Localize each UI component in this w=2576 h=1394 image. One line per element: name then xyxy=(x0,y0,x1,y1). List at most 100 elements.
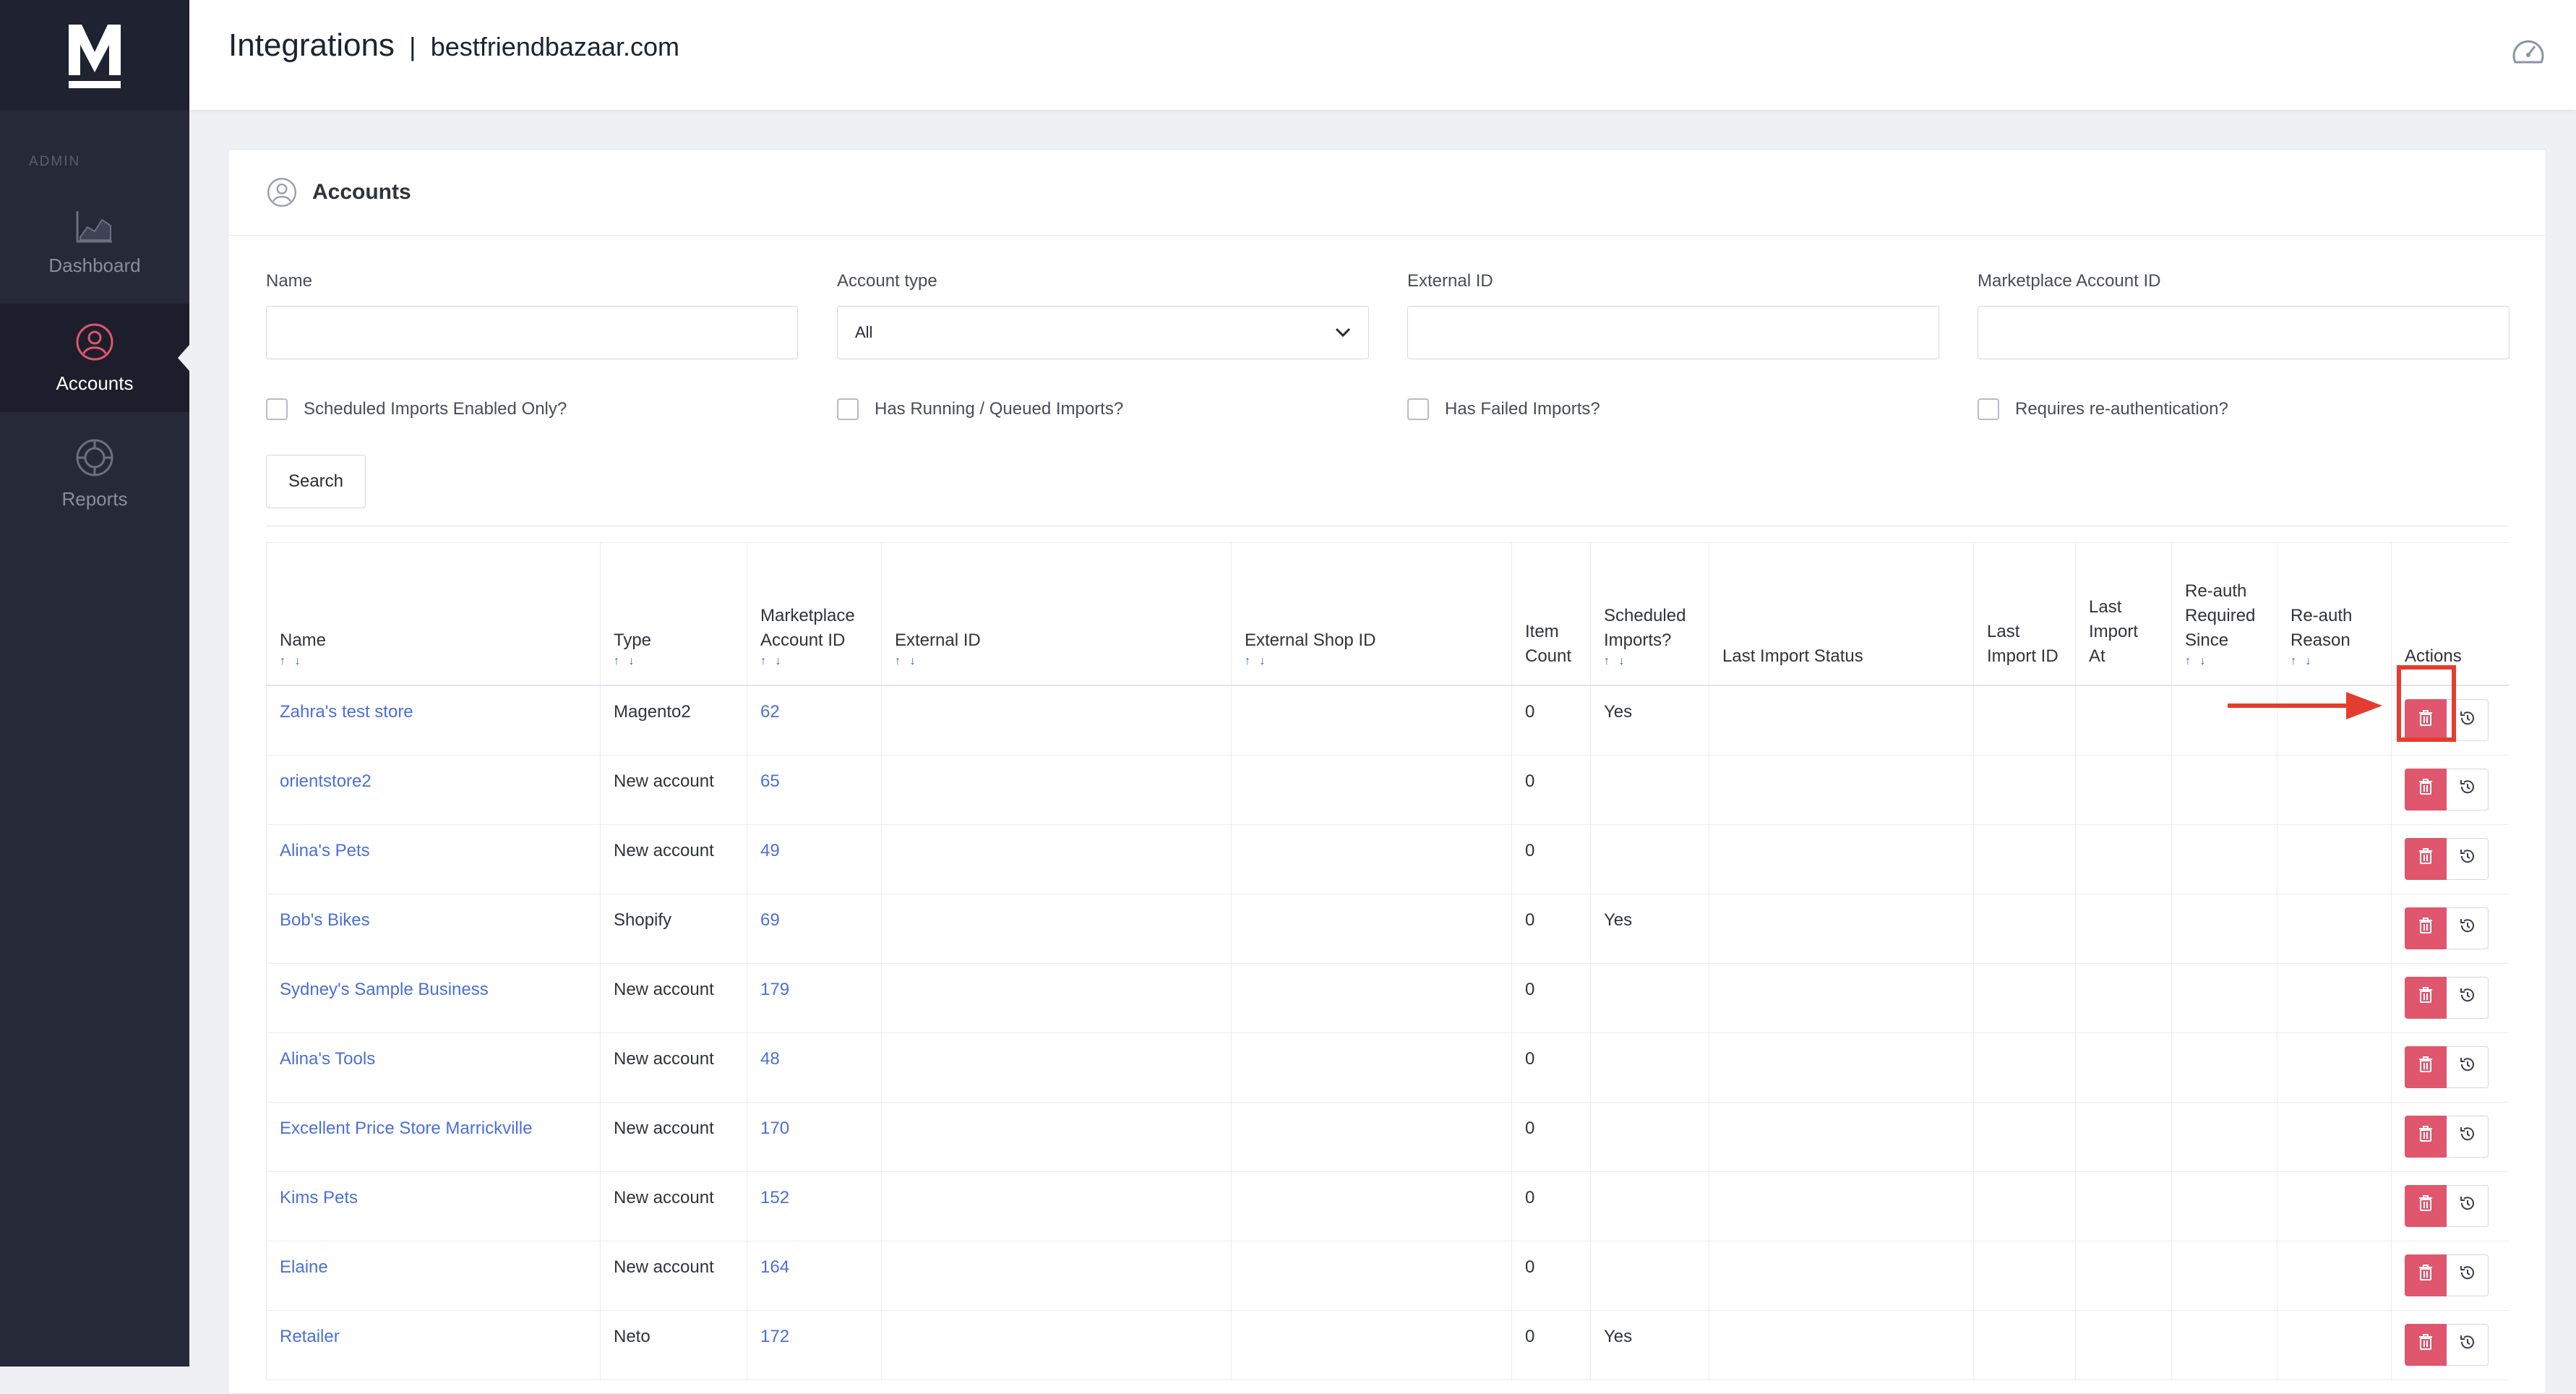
last-import-status-cell xyxy=(1709,1310,1974,1380)
account-name-link[interactable]: Kims Pets xyxy=(266,1171,601,1241)
delete-button[interactable] xyxy=(2405,768,2447,811)
last-import-id-cell xyxy=(1973,963,2076,1033)
failed-imports-checkbox-row[interactable]: Has Failed Imports? xyxy=(1407,398,1600,420)
sidebar-item-reports[interactable]: Reports xyxy=(0,419,189,528)
delete-button[interactable] xyxy=(2405,1323,2447,1366)
account-name-link[interactable]: Zahra's test store xyxy=(266,685,601,756)
delete-button[interactable] xyxy=(2405,1254,2447,1296)
name-input[interactable] xyxy=(266,306,798,359)
scheduled-imports-checkbox-row[interactable]: Scheduled Imports Enabled Only? xyxy=(266,398,567,420)
history-button[interactable] xyxy=(2447,1184,2489,1227)
sidebar-item-dashboard[interactable]: Dashboard xyxy=(0,188,189,296)
reauth-reason-cell xyxy=(2277,1310,2392,1380)
column-header-external-shop-id[interactable]: External Shop ID ↑ ↓ xyxy=(1231,542,1512,686)
last-import-id-cell xyxy=(1973,755,2076,825)
speedometer-icon[interactable] xyxy=(2511,35,2546,70)
delete-button[interactable] xyxy=(2405,837,2447,880)
actions-cell xyxy=(2391,894,2509,964)
marketplace-id-link[interactable]: 65 xyxy=(747,755,882,825)
item-count-cell: 0 xyxy=(1511,1171,1591,1241)
sort-arrows-icon[interactable]: ↑ ↓ xyxy=(760,654,868,669)
external-id-cell xyxy=(881,755,1232,825)
account-type-cell: New account xyxy=(600,1032,747,1103)
last-import-at-cell xyxy=(2075,824,2172,894)
account-name-link[interactable]: Retailer xyxy=(266,1310,601,1380)
sort-arrows-icon[interactable]: ↑ ↓ xyxy=(280,654,587,669)
account-name-link[interactable]: Bob's Bikes xyxy=(266,894,601,964)
account-type-select[interactable]: All xyxy=(837,306,1369,359)
logo[interactable] xyxy=(0,0,189,110)
history-icon xyxy=(2458,709,2477,732)
account-name-link[interactable]: Excellent Price Store Marrickville xyxy=(266,1102,601,1172)
scheduled-imports-cell xyxy=(1590,963,1709,1033)
marketplace-id-link[interactable]: 164 xyxy=(747,1241,882,1311)
search-button[interactable]: Search xyxy=(266,455,366,508)
marketplace-id-link[interactable]: 62 xyxy=(747,685,882,756)
delete-button[interactable] xyxy=(2405,1184,2447,1227)
column-header-item-count: Item Count xyxy=(1511,542,1591,686)
history-button[interactable] xyxy=(2447,907,2489,949)
marketplace-id-link[interactable]: 152 xyxy=(747,1171,882,1241)
marketplace-id-link[interactable]: 172 xyxy=(747,1310,882,1380)
scheduled-imports-checkbox[interactable] xyxy=(266,398,288,420)
column-header-external-id[interactable]: External ID ↑ ↓ xyxy=(881,542,1232,686)
sort-arrows-icon[interactable]: ↑ ↓ xyxy=(1604,654,1696,669)
reauth-since-cell xyxy=(2171,894,2277,964)
running-imports-checkbox[interactable] xyxy=(837,398,859,420)
table-row: Excellent Price Store Marrickville New ac… xyxy=(266,1102,2509,1172)
marketplace-account-id-input[interactable] xyxy=(1978,306,2510,359)
history-button[interactable] xyxy=(2447,1115,2489,1158)
top-header: Integrations | bestfriendbazaar.com xyxy=(189,0,2576,110)
history-icon xyxy=(2458,847,2477,871)
account-name-link[interactable]: Alina's Pets xyxy=(266,824,601,894)
delete-button[interactable] xyxy=(2405,1115,2447,1158)
reauth-since-cell xyxy=(2171,1171,2277,1241)
reauth-since-cell xyxy=(2171,1241,2277,1311)
trash-icon xyxy=(2418,1333,2434,1356)
history-button[interactable] xyxy=(2447,1046,2489,1088)
column-header-re-auth-required-since[interactable]: Re-auth Required Since ↑ ↓ xyxy=(2171,542,2277,686)
reauth-checkbox[interactable] xyxy=(1978,398,1999,420)
marketplace-id-link[interactable]: 170 xyxy=(747,1102,882,1172)
reauth-since-cell xyxy=(2171,963,2277,1033)
account-name-link[interactable]: Sydney's Sample Business xyxy=(266,963,601,1033)
column-header-marketplace-account-id[interactable]: Marketplace Account ID ↑ ↓ xyxy=(747,542,882,686)
history-button[interactable] xyxy=(2447,976,2489,1019)
external-id-input[interactable] xyxy=(1407,306,1939,359)
running-imports-checkbox-row[interactable]: Has Running / Queued Imports? xyxy=(837,398,1123,420)
account-type-cell: Neto xyxy=(600,1310,747,1380)
history-button[interactable] xyxy=(2447,1323,2489,1366)
account-name-link[interactable]: Alina's Tools xyxy=(266,1032,601,1103)
marketplace-id-link[interactable]: 179 xyxy=(747,963,882,1033)
account-name-link[interactable]: Elaine xyxy=(266,1241,601,1311)
external-id-cell xyxy=(881,1102,1232,1172)
column-header-label: Type xyxy=(614,630,652,650)
account-type-cell: New account xyxy=(600,963,747,1033)
reauth-checkbox-row[interactable]: Requires re-authentication? xyxy=(1978,398,2228,420)
marketplace-id-link[interactable]: 48 xyxy=(747,1032,882,1103)
sort-arrows-icon[interactable]: ↑ ↓ xyxy=(2185,654,2264,669)
failed-imports-checkbox[interactable] xyxy=(1407,398,1429,420)
account-name-link[interactable]: orientstore2 xyxy=(266,755,601,825)
scheduled-imports-cell xyxy=(1590,755,1709,825)
sort-arrows-icon[interactable]: ↑ ↓ xyxy=(1245,654,1498,669)
column-header-type[interactable]: Type ↑ ↓ xyxy=(600,542,747,686)
sort-arrows-icon[interactable]: ↑ ↓ xyxy=(895,654,1218,669)
history-button[interactable] xyxy=(2447,768,2489,811)
sort-arrows-icon[interactable]: ↑ ↓ xyxy=(614,654,734,669)
marketplace-id-link[interactable]: 49 xyxy=(747,824,882,894)
history-button[interactable] xyxy=(2447,837,2489,880)
history-button[interactable] xyxy=(2447,1254,2489,1296)
reauth-reason-cell xyxy=(2277,1171,2392,1241)
column-header-re-auth-reason[interactable]: Re-auth Reason ↑ ↓ xyxy=(2277,542,2392,686)
delete-button[interactable] xyxy=(2405,976,2447,1019)
action-buttons xyxy=(2405,1115,2509,1158)
sort-arrows-icon[interactable]: ↑ ↓ xyxy=(2291,654,2378,669)
column-header-scheduled-imports[interactable]: Scheduled Imports? ↑ ↓ xyxy=(1590,542,1709,686)
sidebar-item-accounts[interactable]: Accounts xyxy=(0,304,189,412)
scheduled-imports-cell: Yes xyxy=(1590,894,1709,964)
column-header-name[interactable]: Name ↑ ↓ xyxy=(266,542,601,686)
marketplace-id-link[interactable]: 69 xyxy=(747,894,882,964)
delete-button[interactable] xyxy=(2405,1046,2447,1088)
delete-button[interactable] xyxy=(2405,907,2447,949)
